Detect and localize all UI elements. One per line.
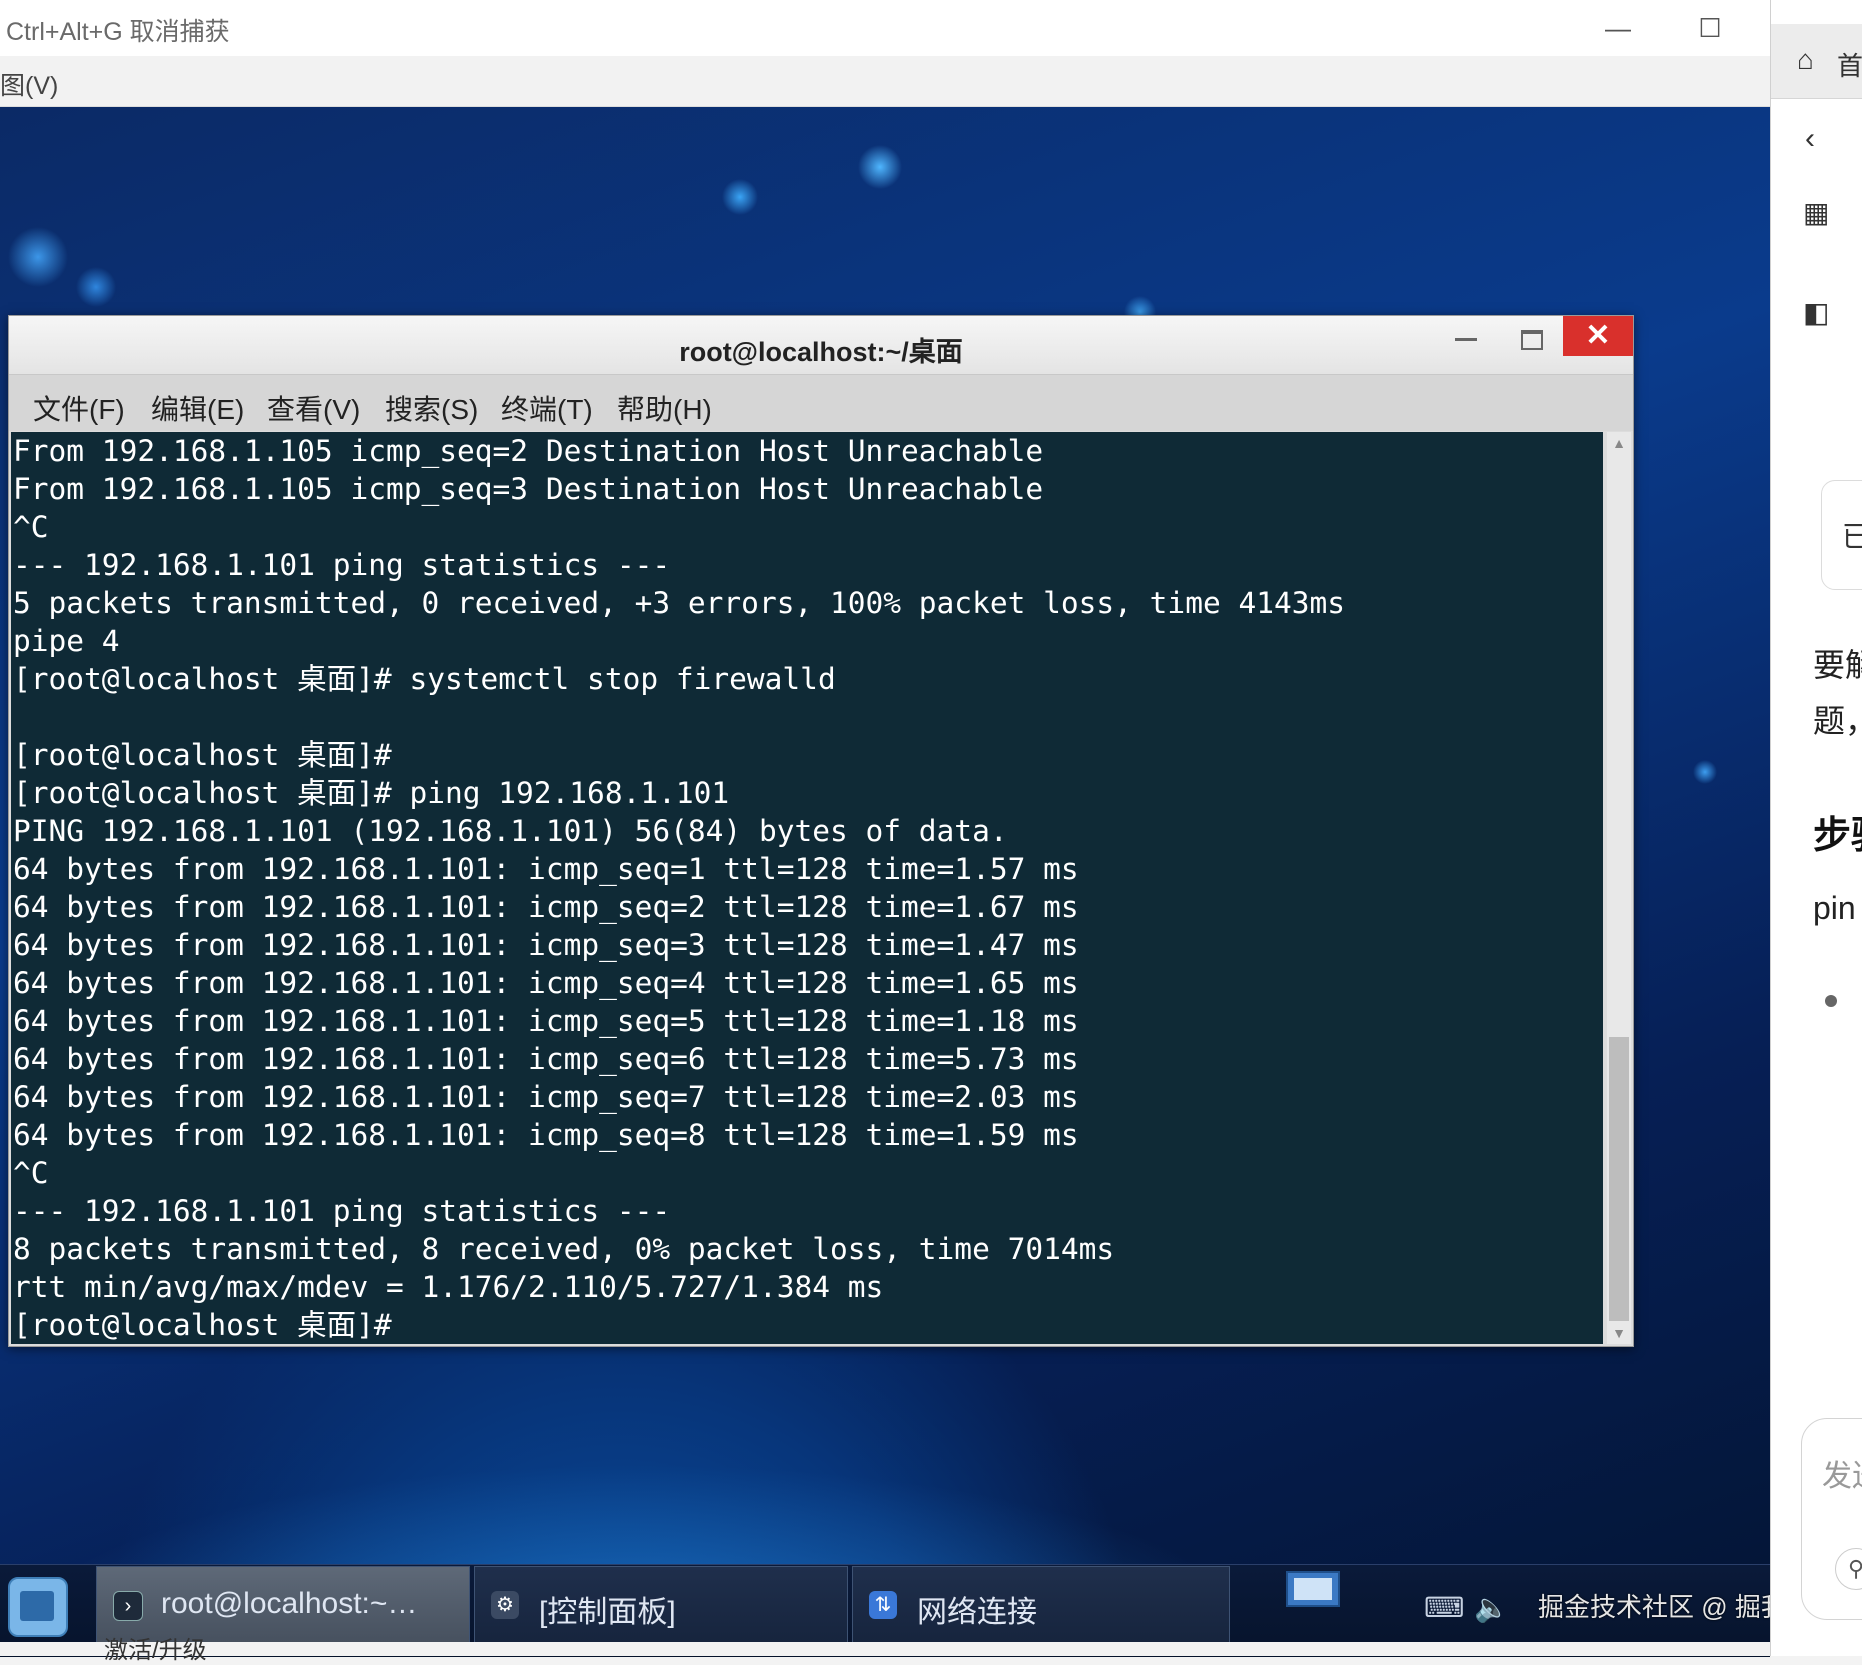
scroll-down-arrow-icon[interactable]: ▼ bbox=[1607, 1322, 1631, 1344]
menu-terminal[interactable]: 终端(T) bbox=[501, 388, 593, 428]
side-text: pin bbox=[1813, 890, 1856, 926]
sidebar-toggle-icon[interactable]: ◧ bbox=[1803, 296, 1829, 329]
menu-view[interactable]: 查看(V) bbox=[267, 388, 360, 428]
terminal-line: 5 packets transmitted, 0 received, +3 er… bbox=[13, 586, 1346, 620]
start-menu-button[interactable] bbox=[8, 1577, 68, 1637]
terminal-titlebar[interactable]: root@localhost:~/桌面 ✕ bbox=[9, 316, 1633, 375]
terminal-line: From 192.168.1.105 icmp_seq=3 Destinatio… bbox=[13, 472, 1044, 506]
terminal-minimize-button[interactable] bbox=[1455, 338, 1477, 341]
terminal-line: pipe 4 bbox=[13, 624, 120, 658]
home-tab[interactable]: ⌂ 首 bbox=[1771, 24, 1862, 99]
speaker-icon[interactable]: 🔈 bbox=[1474, 1591, 1509, 1624]
terminal-prompt: [root@localhost 桌面]# bbox=[13, 1308, 392, 1342]
terminal-line: 64 bytes from 192.168.1.101: icmp_seq=6 … bbox=[13, 1042, 1079, 1076]
vm-menu-view[interactable]: 图(V) bbox=[0, 66, 58, 102]
home-tab-label: 首 bbox=[1837, 51, 1862, 81]
terminal-line: 8 packets transmitted, 8 received, 0% pa… bbox=[13, 1232, 1115, 1266]
terminal-close-button[interactable]: ✕ bbox=[1563, 316, 1633, 356]
vm-minimize-button[interactable]: — bbox=[1596, 8, 1640, 48]
menu-search[interactable]: 搜索(S) bbox=[385, 388, 478, 428]
menu-edit[interactable]: 编辑(E) bbox=[151, 388, 244, 428]
menu-help[interactable]: 帮助(H) bbox=[617, 388, 712, 428]
side-card-text: 已 bbox=[1842, 515, 1862, 555]
terminal-title: root@localhost:~/桌面 bbox=[679, 337, 963, 367]
bullet-dot bbox=[1825, 995, 1837, 1007]
terminal-line: 64 bytes from 192.168.1.101: icmp_seq=5 … bbox=[13, 1004, 1079, 1038]
taskbar-item-label: [控制面板] bbox=[539, 1596, 676, 1629]
side-heading: 步骤 bbox=[1813, 815, 1862, 857]
taskbar-item-label: 网络连接 bbox=[917, 1596, 1037, 1629]
gear-icon: ⚙ bbox=[491, 1591, 519, 1619]
side-text: 要解 bbox=[1813, 647, 1862, 683]
terminal-line: ^C bbox=[13, 510, 49, 544]
terminal-maximize-button[interactable] bbox=[1521, 330, 1543, 350]
terminal-line: [root@localhost 桌面]# systemctl stop fire… bbox=[13, 662, 836, 696]
back-chevron-icon[interactable]: ‹ bbox=[1805, 122, 1815, 156]
terminal-line: 64 bytes from 192.168.1.101: icmp_seq=1 … bbox=[13, 852, 1079, 886]
terminal-line: ^C bbox=[13, 1156, 49, 1190]
terminal-line: 64 bytes from 192.168.1.101: icmp_seq=4 … bbox=[13, 966, 1079, 1000]
scroll-up-arrow-icon[interactable]: ▲ bbox=[1607, 432, 1631, 454]
side-panel: ⌂ 首 ‹ ▦ ◧ 已 要解 题， 步骤 pin 发送 ⚲ bbox=[1770, 0, 1862, 1656]
vm-titlebar: Ctrl+Alt+G 取消捕获 — ☐ bbox=[0, 0, 1770, 56]
terminal-menubar: 文件(F) 编辑(E) 查看(V) 搜索(S) 终端(T) 帮助(H) bbox=[9, 375, 1633, 431]
taskbar-item-label: root@localhost:~… bbox=[161, 1587, 418, 1620]
grid-icon[interactable]: ▦ bbox=[1803, 196, 1829, 229]
vm-menubar: 图(V) bbox=[0, 56, 1770, 107]
scrollbar-thumb[interactable] bbox=[1609, 1037, 1629, 1321]
terminal-line: [root@localhost 桌面]# bbox=[13, 738, 392, 772]
keyboard-icon[interactable]: ⌨ bbox=[1424, 1591, 1464, 1624]
terminal-output[interactable]: From 192.168.1.105 icmp_seq=2 Destinatio… bbox=[11, 432, 1603, 1344]
terminal-icon: › bbox=[113, 1591, 143, 1621]
terminal-scrollbar[interactable]: ▲ ▼ bbox=[1607, 432, 1631, 1344]
network-icon: ⇅ bbox=[869, 1591, 897, 1619]
terminal-line: 64 bytes from 192.168.1.101: icmp_seq=7 … bbox=[13, 1080, 1079, 1114]
terminal-line: 64 bytes from 192.168.1.101: icmp_seq=2 … bbox=[13, 890, 1079, 924]
terminal-line: 64 bytes from 192.168.1.101: icmp_seq=8 … bbox=[13, 1118, 1079, 1152]
terminal-window: root@localhost:~/桌面 ✕ 文件(F) 编辑(E) 查看(V) … bbox=[8, 315, 1634, 1347]
terminal-line: From 192.168.1.105 icmp_seq=2 Destinatio… bbox=[13, 434, 1044, 468]
terminal-line: 64 bytes from 192.168.1.101: icmp_seq=3 … bbox=[13, 928, 1079, 962]
message-input-placeholder: 发送 bbox=[1822, 1460, 1862, 1493]
terminal-line: --- 192.168.1.101 ping statistics --- bbox=[13, 1194, 671, 1228]
terminal-line: PING 192.168.1.101 (192.168.1.101) 56(84… bbox=[13, 814, 1008, 848]
vm-maximize-button[interactable]: ☐ bbox=[1688, 8, 1732, 48]
terminal-line: --- 192.168.1.101 ping statistics --- bbox=[13, 548, 671, 582]
monitor-icon[interactable] bbox=[1286, 1571, 1340, 1607]
vm-title: Ctrl+Alt+G 取消捕获 bbox=[6, 18, 230, 46]
host-bottom-strip bbox=[0, 1642, 1770, 1656]
taskbar-item-network[interactable]: ⇅ 网络连接 bbox=[852, 1566, 1230, 1646]
menu-file[interactable]: 文件(F) bbox=[33, 388, 125, 428]
side-text: 题， bbox=[1813, 703, 1862, 739]
side-card[interactable]: 已 bbox=[1821, 480, 1862, 590]
terminal-line: rtt min/avg/max/mdev = 1.176/2.110/5.727… bbox=[13, 1270, 884, 1304]
taskbar-item-control-panel[interactable]: ⚙ [控制面板] bbox=[474, 1566, 848, 1646]
activate-upgrade-text: 激活/升级 bbox=[104, 1637, 207, 1664]
terminal-line: [root@localhost 桌面]# ping 192.168.1.101 bbox=[13, 776, 730, 810]
home-icon: ⌂ bbox=[1797, 44, 1814, 75]
